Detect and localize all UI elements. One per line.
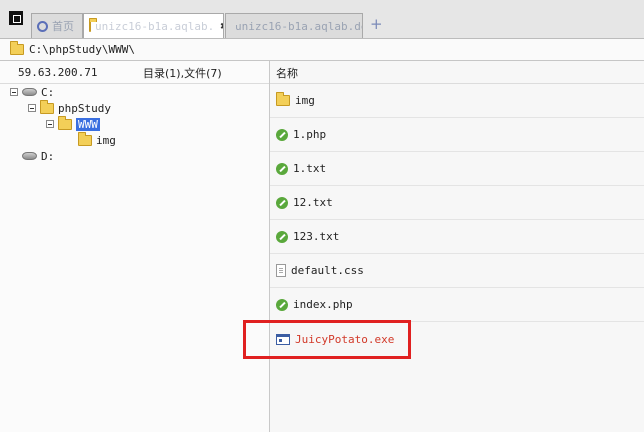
tab-home-label: 首页	[52, 20, 74, 33]
path-bar[interactable]: C:\phpStudy\WWW\	[0, 39, 644, 61]
current-path: C:\phpStudy\WWW\	[29, 43, 135, 56]
file-name: 1.txt	[293, 162, 327, 175]
close-icon[interactable]: ✖	[220, 19, 223, 33]
file-list-header[interactable]: 名称	[270, 61, 644, 84]
php-file-icon	[276, 196, 288, 209]
file-row[interactable]: 1.php	[270, 118, 644, 152]
tree-item-phpstudy[interactable]: phpStudy	[10, 99, 260, 116]
collapse-icon[interactable]	[28, 104, 36, 112]
file-name: 1.php	[293, 128, 327, 141]
collapse-icon[interactable]	[10, 88, 18, 96]
file-row[interactable]: default.css	[270, 254, 644, 288]
file-name: 123.txt	[293, 230, 340, 243]
highlight-box	[243, 320, 411, 359]
file-name: img	[295, 94, 315, 107]
tree-item-label: img	[96, 133, 116, 147]
left-panel-header: 59.63.200.71 目录(1),文件(7)	[0, 61, 269, 84]
tree-item-label: C:	[41, 85, 55, 99]
item-count: 目录(1),文件(7)	[143, 67, 222, 80]
file-row[interactable]: index.php	[270, 288, 644, 322]
tab-home[interactable]: 首页	[31, 13, 83, 38]
php-file-icon	[276, 298, 288, 311]
new-tab-button[interactable]: +	[370, 15, 383, 33]
server-ip: 59.63.200.71	[18, 66, 98, 79]
tab-file-manager[interactable]: unizc16-b1a.aqlab. ✖	[83, 13, 224, 38]
folder-icon	[40, 99, 54, 114]
collapse-icon[interactable]	[46, 120, 54, 128]
file-row[interactable]: 12.txt	[270, 186, 644, 220]
file-name: index.php	[293, 298, 353, 311]
file-row[interactable]: 1.txt	[270, 152, 644, 186]
document-icon	[276, 264, 286, 277]
folder-icon	[78, 131, 92, 146]
folder-icon	[58, 115, 72, 130]
drive-icon	[22, 88, 37, 96]
name-column-header[interactable]: 名称	[276, 65, 298, 81]
tree-item-label: phpStudy	[58, 101, 111, 115]
tree-item-d[interactable]: D:	[10, 148, 260, 164]
tree-item-c[interactable]: C:	[10, 84, 260, 100]
php-file-icon	[276, 162, 288, 175]
home-icon	[37, 20, 48, 32]
php-file-icon	[276, 128, 288, 141]
file-name: default.css	[291, 264, 364, 277]
folder-icon	[10, 41, 24, 55]
file-row[interactable]: img	[270, 84, 644, 118]
tree-item-www[interactable]: WWW	[10, 115, 260, 132]
folder-icon	[89, 17, 97, 32]
tree-item-img[interactable]: img	[10, 131, 260, 148]
file-name: 12.txt	[293, 196, 333, 209]
tab-file-manager-label: unizc16-b1a.aqlab.	[95, 19, 215, 33]
drive-icon	[22, 152, 37, 160]
file-list: img 1.php 1.txt 12.txt 123.txt default.c…	[270, 84, 644, 432]
tree-item-label: WWW	[76, 117, 100, 131]
tab-terminal-label: unizc16-b1a.aqlab.de	[235, 19, 363, 33]
tree-item-label: D:	[41, 149, 55, 163]
app-logo-icon[interactable]	[9, 11, 23, 25]
tab-terminal[interactable]: unizc16-b1a.aqlab.de	[225, 13, 363, 38]
file-row[interactable]: 123.txt	[270, 220, 644, 254]
php-file-icon	[276, 230, 288, 243]
folder-icon	[276, 92, 290, 106]
directory-tree: C: phpStudy WWW img D:	[10, 84, 260, 164]
